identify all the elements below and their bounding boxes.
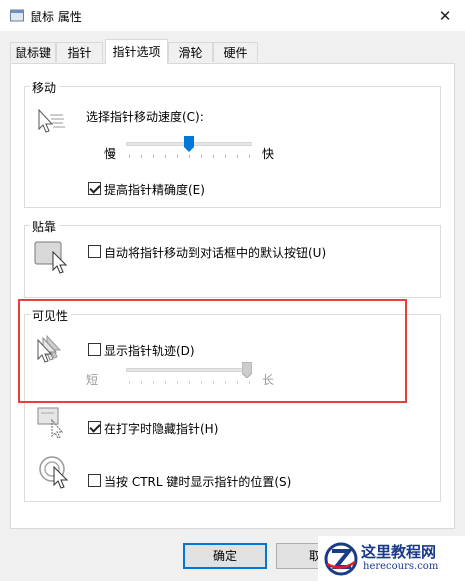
slider-tick [225,381,226,384]
slider-tick [153,381,154,384]
tab-pointer-options[interactable]: 指针选项 [105,39,168,64]
pointer-speed-icon [38,108,65,133]
watermark-url: herecours.com [363,561,439,572]
slider-tick [249,381,250,384]
title-bar: 鼠标 属性 ✕ [0,0,465,31]
snap-label: 自动将指针移动到对话框中的默认按钮(U) [104,246,327,260]
slider-tick [177,381,178,384]
speed-slider[interactable] [126,136,252,162]
fast-label: 快 [262,147,275,161]
slider-thumb[interactable] [242,362,252,378]
trails-label: 显示指针轨迹(D) [104,344,195,358]
watermark-logo-icon [324,542,358,576]
ctrl-locate-checkbox[interactable] [88,474,101,487]
watermark: 这里教程网 herecours.com [318,536,465,581]
watermark-title: 这里教程网 [361,543,437,561]
slider-tick [165,381,166,384]
pointer-trails-icon [37,334,62,363]
slider-tick [141,381,142,384]
snap-group [24,225,441,298]
precision-label: 提高指针精确度(E) [104,183,205,197]
tab-hardware[interactable]: 硬件 [213,42,258,62]
slider-track [126,368,252,372]
tab-label: 指针选项 [112,45,161,59]
long-label: 长 [262,373,275,387]
hide-typing-label: 在打字时隐藏指针(H) [104,422,219,436]
ctrl-locate-label: 当按 CTRL 键时显示指针的位置(S) [104,475,292,489]
precision-checkbox[interactable] [88,182,101,195]
close-button[interactable]: ✕ [432,4,458,28]
slider-tick [189,381,190,384]
tab-label: 硬件 [223,46,248,60]
slider-tick [213,155,214,158]
slider-tick [201,381,202,384]
window-title: 鼠标 属性 [30,10,82,24]
tab-label: 滑轮 [178,46,203,60]
slider-tick [237,155,238,158]
trails-checkbox[interactable] [88,343,101,356]
slow-label: 慢 [104,147,117,161]
slider-thumb[interactable] [184,136,194,152]
trail-length-slider[interactable] [126,362,252,388]
slider-tick [237,381,238,384]
tab-wheel[interactable]: 滑轮 [168,42,213,62]
slider-tick [249,155,250,158]
snap-checkbox[interactable] [88,245,101,258]
slider-tick [153,155,154,158]
slider-tick [141,155,142,158]
tab-pointers[interactable]: 指针 [56,42,103,62]
visibility-legend: 可见性 [30,307,72,324]
close-icon: ✕ [438,7,452,25]
locate-pointer-icon [39,456,69,489]
snap-legend: 贴靠 [30,218,60,235]
slider-tick [129,381,130,384]
short-label: 短 [86,373,99,387]
slider-tick [177,155,178,158]
slider-tick [213,381,214,384]
slider-tick [225,155,226,158]
tab-label: 鼠标键 [14,46,51,60]
slider-tick [165,155,166,158]
snap-to-button-icon [34,241,68,274]
motion-legend: 移动 [30,79,60,96]
slider-tick [129,155,130,158]
speed-label: 选择指针移动速度(C): [86,110,204,124]
slider-tick [201,155,202,158]
tab-label: 指针 [67,46,92,60]
ok-button[interactable]: 确定 [183,543,267,569]
tab-buttons[interactable]: 鼠标键 [10,42,56,62]
hide-typing-checkbox[interactable] [88,421,101,434]
slider-tick [189,155,190,158]
mouse-app-icon [10,9,24,22]
hide-pointer-icon [37,407,64,438]
